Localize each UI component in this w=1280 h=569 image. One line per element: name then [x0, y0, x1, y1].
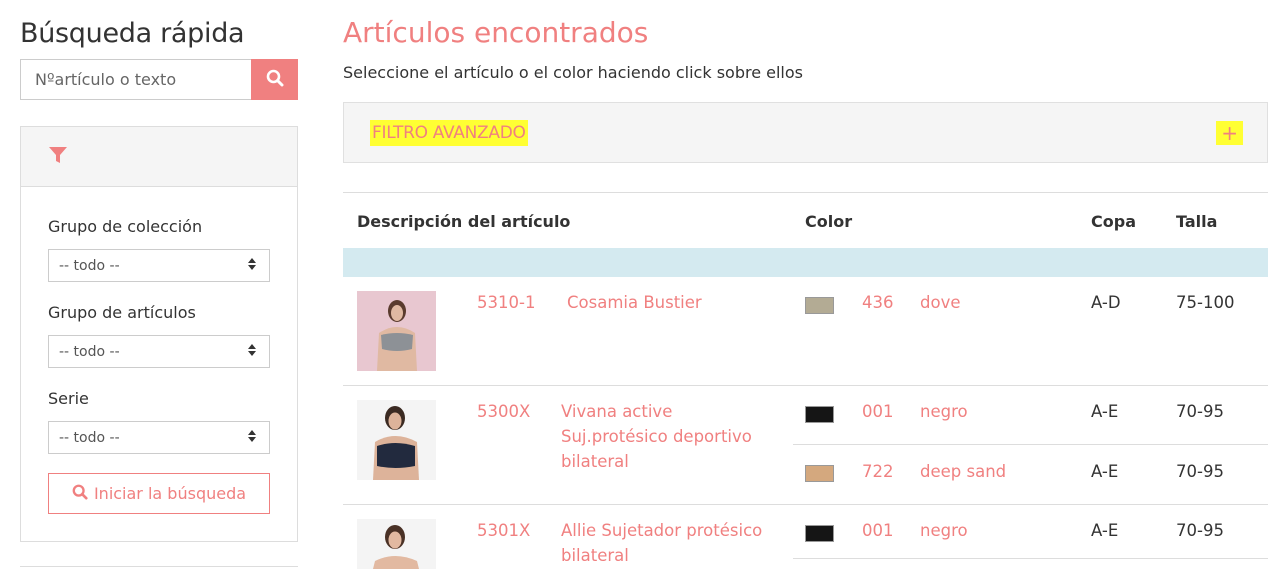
color-swatch[interactable]: [805, 406, 834, 423]
product-image[interactable]: [357, 519, 436, 569]
select-arrows-icon: [247, 257, 257, 275]
start-search-button[interactable]: Iniciar la búsqueda: [48, 473, 270, 514]
article-name-line: Allie Sujetador protésico: [561, 521, 763, 540]
table-band: [343, 248, 1268, 277]
color-name[interactable]: negro: [920, 402, 968, 421]
color-swatch[interactable]: [805, 465, 834, 482]
article-number[interactable]: 5310-1: [477, 293, 535, 312]
color-code[interactable]: 001: [862, 402, 894, 421]
collection-group-select[interactable]: -- todo --: [48, 249, 270, 282]
color-code[interactable]: 001: [862, 521, 894, 540]
color-row-divider: [793, 444, 1268, 445]
start-search-label: Iniciar la búsqueda: [93, 484, 247, 503]
select-arrows-icon: [247, 343, 257, 361]
article-name-line: bilateral: [561, 452, 629, 471]
select-arrows-icon: [247, 429, 257, 447]
search-button[interactable]: [251, 59, 298, 100]
filter-panel-header: [21, 127, 297, 187]
col-description: Descripción del artículo: [357, 212, 571, 231]
col-color: Color: [805, 212, 853, 231]
article-name[interactable]: Vivana active Suj.protésico deportivo bi…: [561, 399, 752, 474]
filter-icon: [48, 145, 68, 169]
advanced-filter-toggle[interactable]: FILTRO AVANZADO +: [343, 102, 1268, 163]
article-number[interactable]: 5301X: [477, 521, 530, 540]
quick-search-form: [20, 59, 298, 100]
article-group-select[interactable]: -- todo --: [48, 335, 270, 368]
table-row[interactable]: 5310-1 Cosamia Bustier 436 dove A-D 75-1…: [343, 277, 1268, 386]
article-number[interactable]: 5300X: [477, 402, 530, 421]
quick-search-title: Búsqueda rápida: [20, 18, 245, 49]
search-icon: [266, 69, 284, 90]
cup-value: A-E: [1091, 462, 1119, 481]
article-name-line: Vivana active: [561, 402, 673, 421]
series-label: Serie: [48, 389, 89, 408]
size-value: 70-95: [1176, 402, 1224, 421]
cup-value: A-E: [1091, 402, 1119, 421]
color-swatch[interactable]: [805, 297, 834, 314]
article-name[interactable]: Cosamia Bustier: [567, 293, 702, 312]
table-row[interactable]: 5300X Vivana active Suj.protésico deport…: [343, 386, 1268, 505]
page-subtitle: Seleccione el artículo o el color hacien…: [343, 63, 803, 82]
plus-icon[interactable]: +: [1216, 120, 1243, 145]
articles-table: Descripción del artículo Color Copa Tall…: [343, 192, 1268, 277]
cup-value: A-D: [1091, 293, 1121, 312]
advanced-filter-label: FILTRO AVANZADO: [370, 119, 528, 146]
article-name-line: Suj.protésico deportivo: [561, 427, 752, 446]
col-size: Talla: [1176, 212, 1218, 231]
color-code[interactable]: 722: [862, 462, 894, 481]
col-cup: Copa: [1091, 212, 1136, 231]
article-name[interactable]: Allie Sujetador protésico bilateral: [561, 518, 762, 568]
filter-panel: Grupo de colección -- todo -- Grupo de a…: [20, 126, 298, 542]
page-title: Artículos encontrados: [343, 16, 649, 49]
table-header: Descripción del artículo Color Copa Tall…: [343, 192, 1268, 248]
article-group-label: Grupo de artículos: [48, 303, 196, 322]
search-input[interactable]: [20, 59, 251, 100]
cup-value: A-E: [1091, 521, 1119, 540]
color-name[interactable]: negro: [920, 521, 968, 540]
size-value: 70-95: [1176, 462, 1224, 481]
product-image[interactable]: [357, 291, 436, 371]
color-name[interactable]: dove: [920, 293, 961, 312]
series-select[interactable]: -- todo --: [48, 421, 270, 454]
article-name-line: bilateral: [561, 546, 629, 565]
series-value: -- todo --: [59, 429, 120, 446]
size-value: 70-95: [1176, 521, 1224, 540]
product-image[interactable]: [357, 400, 436, 480]
collection-group-value: -- todo --: [59, 257, 120, 274]
color-swatch[interactable]: [805, 525, 834, 542]
table-row[interactable]: 5301X Allie Sujetador protésico bilatera…: [343, 505, 1268, 569]
search-icon: [72, 484, 88, 504]
size-value: 75-100: [1176, 293, 1235, 312]
color-code[interactable]: 436: [862, 293, 894, 312]
article-group-value: -- todo --: [59, 343, 120, 360]
color-row-divider: [793, 558, 1268, 559]
collection-group-label: Grupo de colección: [48, 217, 203, 236]
color-name[interactable]: deep sand: [920, 462, 1006, 481]
